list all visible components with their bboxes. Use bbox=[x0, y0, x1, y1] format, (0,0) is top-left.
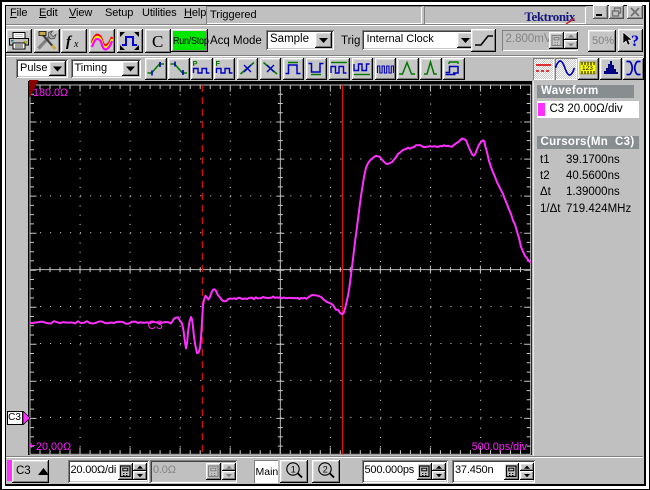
svg-text:P: P bbox=[193, 59, 198, 68]
svg-text:f: f bbox=[66, 34, 73, 50]
svg-text:F: F bbox=[215, 59, 220, 68]
svg-text:?: ? bbox=[631, 33, 639, 50]
svg-text:2: 2 bbox=[322, 464, 327, 474]
svg-text:C: C bbox=[152, 32, 163, 51]
svg-text:123: 123 bbox=[582, 65, 593, 72]
svg-text:1: 1 bbox=[291, 464, 296, 474]
svg-text:x: x bbox=[73, 39, 79, 50]
